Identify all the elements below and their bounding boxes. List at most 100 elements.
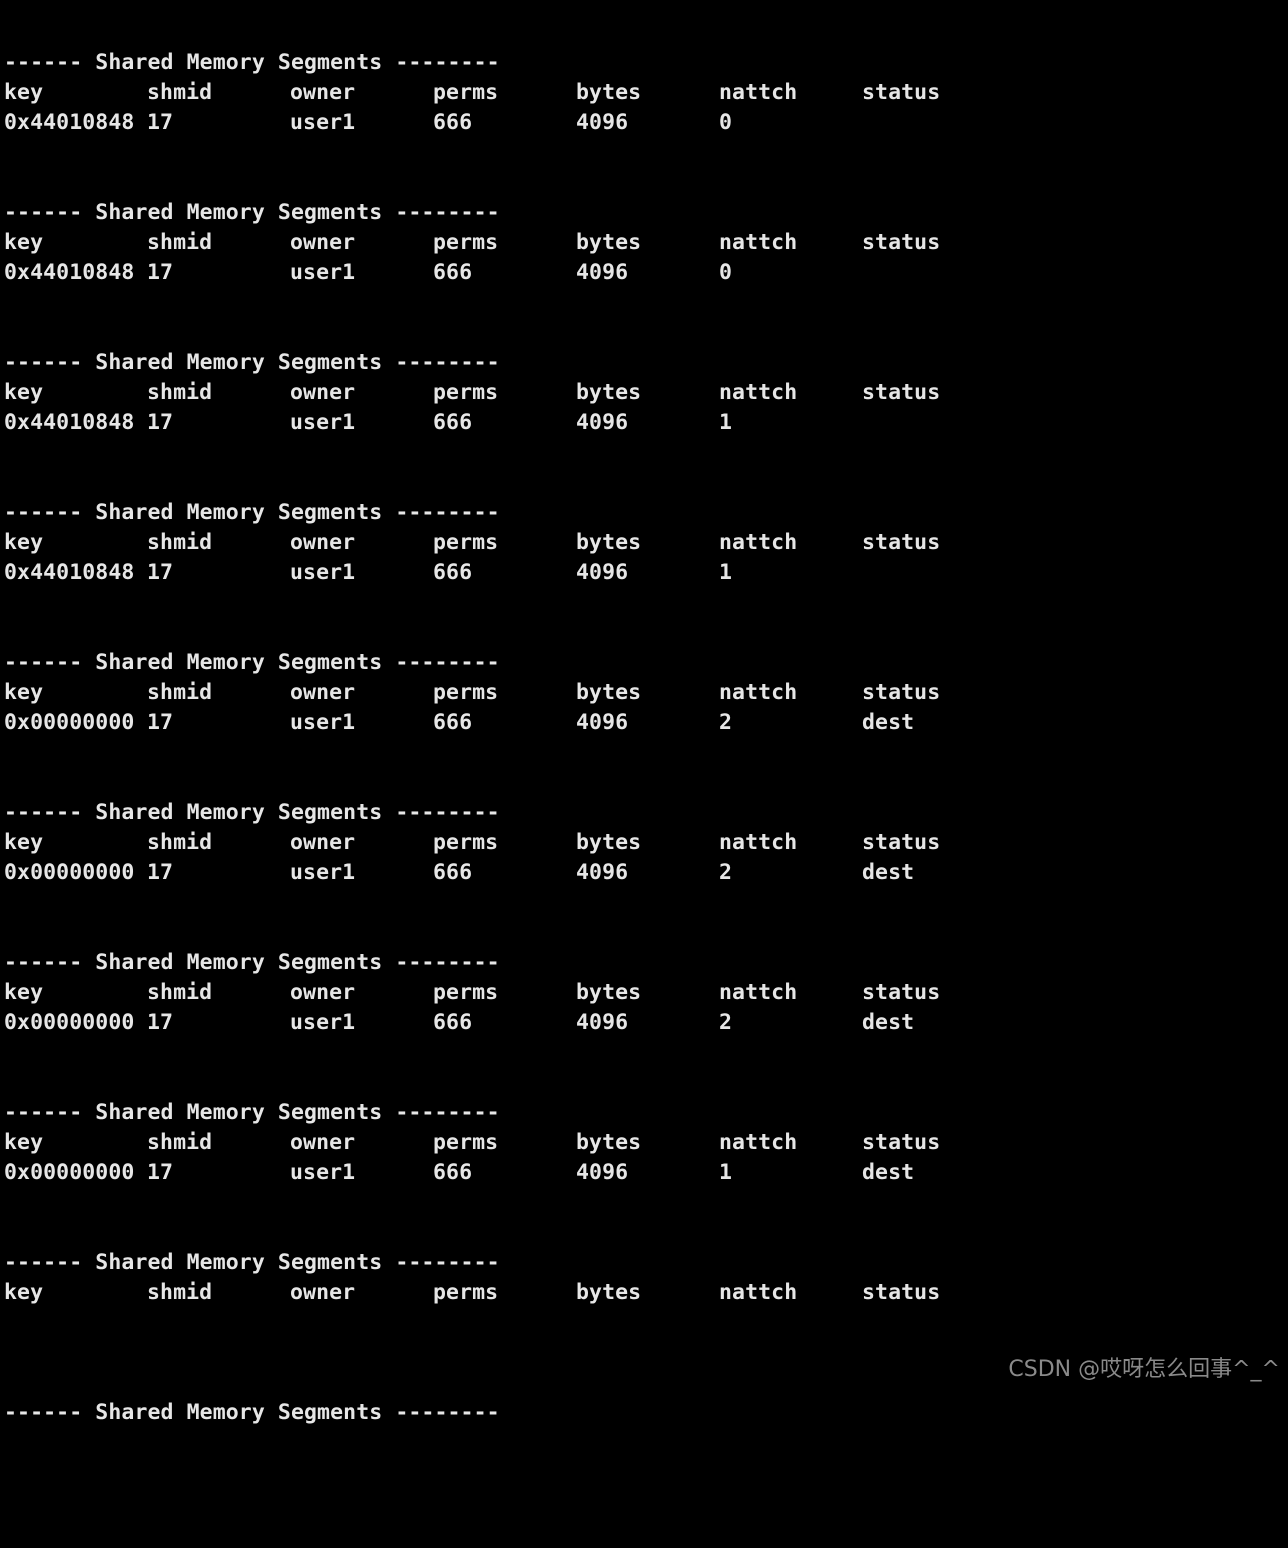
column-header: owner <box>290 380 356 405</box>
segment-data-row: 0x00000000 17 user1 666 4096 1 dest <box>4 1158 1284 1188</box>
shm-segment-block: ------ Shared Memory Segments -------- ke… <box>4 1098 1284 1248</box>
column-header: key <box>4 530 44 555</box>
column-header: key <box>4 1130 44 1155</box>
column-header: status <box>862 230 941 255</box>
row-cell: 2 <box>719 1010 733 1035</box>
segment-header-line: key shmid owner perms bytes nattch status <box>4 528 1284 558</box>
column-header: bytes <box>576 830 642 855</box>
segment-header-line: key shmid owner perms bytes nattch status <box>4 978 1284 1008</box>
row-cell: dest <box>862 710 915 735</box>
segment-data-row: 0x44010848 17 user1 666 4096 0 <box>4 108 1284 138</box>
column-header: key <box>4 380 44 405</box>
segment-title-line: ------ Shared Memory Segments -------- <box>4 350 500 375</box>
row-cell: 666 <box>433 260 473 285</box>
segment-title-line: ------ Shared Memory Segments -------- <box>4 500 500 525</box>
row-cell: 2 <box>719 860 733 885</box>
column-header: nattch <box>719 830 798 855</box>
column-header: key <box>4 680 44 705</box>
segment-data-row: 0x44010848 17 user1 666 4096 1 <box>4 558 1284 588</box>
row-cell: 17 <box>147 710 174 735</box>
segment-data-row: 0x44010848 17 user1 666 4096 0 <box>4 258 1284 288</box>
segment-header-line: key shmid owner perms bytes nattch status <box>4 828 1284 858</box>
column-header: nattch <box>719 80 798 105</box>
row-cell: 0x44010848 <box>4 560 135 585</box>
row-cell: 4096 <box>576 560 629 585</box>
segment-title-line: ------ Shared Memory Segments -------- <box>4 1100 500 1125</box>
segment-header-line: key shmid owner perms bytes nattch status <box>4 1278 1284 1308</box>
column-header: status <box>862 830 941 855</box>
column-header: perms <box>433 830 499 855</box>
row-cell: dest <box>862 1010 915 1035</box>
column-header: owner <box>290 80 356 105</box>
row-cell: 666 <box>433 1010 473 1035</box>
shm-segment-block: ------ Shared Memory Segments -------- ke… <box>4 498 1284 648</box>
column-header: nattch <box>719 380 798 405</box>
column-header: nattch <box>719 1130 798 1155</box>
row-cell: 0x00000000 <box>4 1160 135 1185</box>
row-cell: 4096 <box>576 110 629 135</box>
row-cell: 17 <box>147 1160 174 1185</box>
row-cell: 0x00000000 <box>4 710 135 735</box>
segment-title-line: ------ Shared Memory Segments -------- <box>4 950 500 975</box>
column-header: bytes <box>576 980 642 1005</box>
row-cell: user1 <box>290 410 356 435</box>
column-header: perms <box>433 680 499 705</box>
row-cell: 17 <box>147 260 174 285</box>
column-header: nattch <box>719 230 798 255</box>
column-header: key <box>4 830 44 855</box>
row-cell: 1 <box>719 560 733 585</box>
column-header: key <box>4 1280 44 1305</box>
column-header: owner <box>290 980 356 1005</box>
row-cell: 2 <box>719 710 733 735</box>
column-header: owner <box>290 530 356 555</box>
column-header: bytes <box>576 680 642 705</box>
row-cell: 1 <box>719 1160 733 1185</box>
segment-data-row: 0x00000000 17 user1 666 4096 2 dest <box>4 708 1284 738</box>
segment-header-line: key shmid owner perms bytes nattch status <box>4 378 1284 408</box>
segment-title-line: ------ Shared Memory Segments -------- <box>4 1400 500 1425</box>
column-header: shmid <box>147 980 213 1005</box>
column-header: nattch <box>719 530 798 555</box>
segment-title-line: ------ Shared Memory Segments -------- <box>4 800 500 825</box>
row-cell: 0x00000000 <box>4 860 135 885</box>
segment-title-line: ------ Shared Memory Segments -------- <box>4 650 500 675</box>
column-header: nattch <box>719 1280 798 1305</box>
column-header: bytes <box>576 1130 642 1155</box>
row-cell: user1 <box>290 560 356 585</box>
row-cell: 666 <box>433 860 473 885</box>
column-header: shmid <box>147 530 213 555</box>
segment-data-row: 0x44010848 17 user1 666 4096 1 <box>4 408 1284 438</box>
column-header: shmid <box>147 1280 213 1305</box>
row-cell: 1 <box>719 410 733 435</box>
row-cell: 0x00000000 <box>4 1010 135 1035</box>
column-header: status <box>862 380 941 405</box>
row-cell: 4096 <box>576 710 629 735</box>
column-header: owner <box>290 1130 356 1155</box>
row-cell: 4096 <box>576 860 629 885</box>
shm-segment-block: ------ Shared Memory Segments -------- ke… <box>4 198 1284 348</box>
row-cell: 17 <box>147 1010 174 1035</box>
row-cell: user1 <box>290 710 356 735</box>
row-cell: 17 <box>147 410 174 435</box>
row-cell: 17 <box>147 560 174 585</box>
segment-header-line: key shmid owner perms bytes nattch status <box>4 1128 1284 1158</box>
column-header: status <box>862 80 941 105</box>
column-header: perms <box>433 380 499 405</box>
row-cell: 666 <box>433 1160 473 1185</box>
column-header: shmid <box>147 380 213 405</box>
segment-data-row: 0x00000000 17 user1 666 4096 2 dest <box>4 858 1284 888</box>
segment-header-line: key shmid owner perms bytes nattch status <box>4 678 1284 708</box>
terminal-output[interactable]: ------ Shared Memory Segments -------- ke… <box>4 48 1284 1548</box>
row-cell: 4096 <box>576 1010 629 1035</box>
row-cell: 0x44010848 <box>4 110 135 135</box>
column-header: shmid <box>147 830 213 855</box>
row-cell: user1 <box>290 110 356 135</box>
column-header: key <box>4 980 44 1005</box>
column-header: shmid <box>147 680 213 705</box>
segment-header-line: key shmid owner perms bytes nattch status <box>4 228 1284 258</box>
row-cell: 0x44010848 <box>4 260 135 285</box>
row-cell: 666 <box>433 110 473 135</box>
shm-segment-block: ------ Shared Memory Segments -------- <box>4 1398 1284 1548</box>
row-cell: user1 <box>290 1010 356 1035</box>
row-cell: user1 <box>290 260 356 285</box>
